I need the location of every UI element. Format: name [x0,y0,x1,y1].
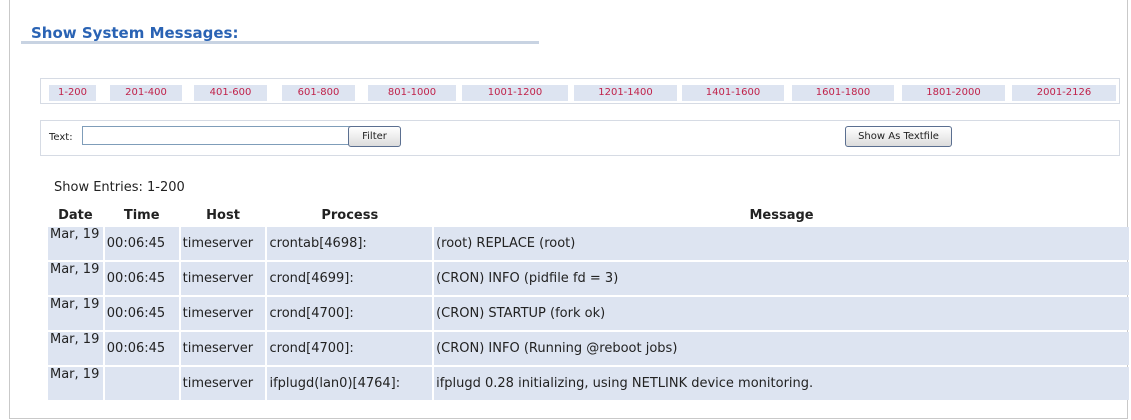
time-cell: 00:06:45 [104,262,179,295]
host-cell: timeserver [180,227,266,260]
process-cell: crond[4700]: [267,297,433,330]
range-link[interactable]: 2001-2126 [1012,85,1116,101]
filter-bar: Text: Filter Show As Textfile [40,120,1120,156]
range-link[interactable]: 1801-2000 [902,85,1005,101]
range-link[interactable]: 201-400 [110,85,182,101]
text-filter-label: Text: [49,132,73,143]
range-navigation: 1-200 201-400 401-600 601-800 801-1000 1… [40,78,1120,104]
table-row: Mar, 19 00:06:45 timeserver crond[4700]:… [48,297,1129,330]
date-cell: Mar, 19 [48,227,103,260]
column-header-host: Host [206,207,240,223]
message-cell: ifplugd 0.28 initializing, using NETLINK… [434,367,1129,400]
process-cell: crontab[4698]: [267,227,433,260]
range-link[interactable]: 1401-1600 [682,85,784,101]
date-cell: Mar, 19 [48,297,103,330]
table-row: Mar, 19 timeserver ifplugd(lan0)[4764]: … [48,367,1129,400]
message-cell: (CRON) STARTUP (fork ok) [434,297,1129,330]
column-header-time: Time [123,207,160,223]
message-cell: (CRON) INFO (pidfile fd = 3) [434,262,1129,295]
range-link[interactable]: 1201-1400 [574,85,677,101]
table-row: Mar, 19 00:06:45 timeserver crond[4699]:… [48,262,1129,295]
host-cell: timeserver [180,367,266,400]
table-header-row: Date Time Host Process Message [48,205,1129,225]
range-link[interactable]: 601-800 [282,85,355,101]
time-cell: 00:06:45 [104,227,179,260]
process-cell: crond[4700]: [267,332,433,365]
table-row: Mar, 19 00:06:45 timeserver crond[4700]:… [48,332,1129,365]
host-cell: timeserver [180,332,266,365]
message-cell: (CRON) INFO (Running @reboot jobs) [434,332,1129,365]
host-cell: timeserver [180,297,266,330]
page-title: Show System Messages: [31,24,239,42]
range-link[interactable]: 1-200 [49,85,96,101]
show-as-textfile-button[interactable]: Show As Textfile [845,126,952,147]
time-cell [104,367,179,400]
date-cell: Mar, 19 [48,262,103,295]
range-link[interactable]: 1001-1200 [462,85,568,101]
process-cell: ifplugd(lan0)[4764]: [267,367,433,400]
table-row: Mar, 19 00:06:45 timeserver crontab[4698… [48,227,1129,260]
range-link[interactable]: 1601-1800 [792,85,894,101]
filter-button[interactable]: Filter [348,126,401,147]
time-cell: 00:06:45 [104,297,179,330]
messages-table: Date Time Host Process Message Mar, 19 0… [46,203,1131,402]
entries-range-label: Show Entries: 1-200 [54,180,185,195]
process-cell: crond[4699]: [267,262,433,295]
host-cell: timeserver [180,262,266,295]
column-header-message: Message [749,207,814,223]
range-link[interactable]: 801-1000 [368,85,456,101]
message-cell: (root) REPLACE (root) [434,227,1129,260]
column-header-process: Process [321,207,379,223]
text-filter-input[interactable] [82,126,387,145]
date-cell: Mar, 19 [48,332,103,365]
range-link[interactable]: 401-600 [194,85,267,101]
time-cell: 00:06:45 [104,332,179,365]
date-cell: Mar, 19 [48,367,103,400]
column-header-date: Date [58,207,93,223]
section-header: Show System Messages: [21,22,539,44]
